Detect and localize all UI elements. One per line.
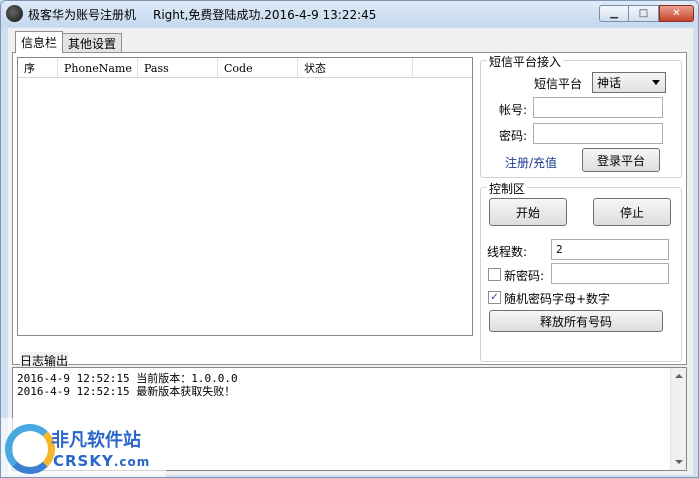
log-scrollbar[interactable] (670, 368, 686, 470)
scroll-up-icon[interactable] (675, 374, 683, 378)
column-header-code[interactable]: Code (218, 58, 298, 78)
column-header-phonename[interactable]: PhoneName (58, 58, 138, 78)
watermark-name: 非凡软件站 (51, 430, 141, 451)
login-platform-button[interactable]: 登录平台 (582, 148, 660, 172)
sms-platform-group-title: 短信平台接入 (487, 53, 564, 70)
title-status: Right,免费登陆成功.2016-4-9 13:22:45 (153, 8, 377, 22)
app-icon (6, 5, 23, 22)
title-bar[interactable]: 极客华为账号注册机 Right,免费登陆成功.2016-4-9 13:22:45… (1, 1, 698, 27)
list-header: 序 PhoneName Pass Code 状态 (18, 58, 472, 78)
control-group-title: 控制区 (487, 180, 528, 197)
close-button[interactable]: ✕ (659, 5, 694, 22)
close-icon: ✕ (672, 8, 681, 19)
maximize-icon: □ (638, 8, 649, 19)
minimize-icon: ▁ (610, 8, 618, 19)
threads-input[interactable]: 2 (551, 239, 669, 260)
column-header-filler (413, 58, 472, 78)
account-label: 帐号: (499, 103, 528, 117)
minimize-button[interactable]: ▁ (599, 5, 629, 22)
stop-button[interactable]: 停止 (593, 198, 671, 226)
new-password-label: 新密码: (504, 269, 545, 283)
release-all-numbers-button[interactable]: 释放所有号码 (489, 310, 663, 332)
password-input[interactable] (533, 123, 663, 144)
register-recharge-link[interactable]: 注册/充值 (505, 154, 557, 171)
watermark: 非凡软件站 CRSKY.com (1, 418, 166, 477)
watermark-site-name: CRSKY (53, 452, 114, 470)
column-header-pass[interactable]: Pass (138, 58, 218, 78)
log-line: 2016-4-9 12:52:15 最新版本获取失败！ (17, 385, 236, 398)
tab-bar: 信息栏 其他设置 (15, 31, 123, 53)
tab-info[interactable]: 信息栏 (15, 31, 64, 53)
checkmark-icon: ✓ (490, 291, 499, 303)
new-password-input[interactable] (551, 263, 669, 284)
control-group: 控制区 开始 停止 线程数: 2 新密码: ✓ 随机密码字母+数字 释放所有号码 (480, 180, 682, 362)
threads-label: 线程数: (487, 245, 528, 259)
platform-select[interactable]: 神话 (592, 72, 666, 93)
scroll-down-icon[interactable] (675, 460, 683, 464)
account-list[interactable]: 序 PhoneName Pass Code 状态 (17, 57, 473, 336)
client-area: 信息栏 其他设置 序 PhoneName Pass Code 状态 短信平台接入… (8, 28, 693, 475)
random-password-label: 随机密码字母+数字 (504, 292, 611, 306)
platform-label: 短信平台 (534, 77, 583, 91)
window-title: 极客华为账号注册机 (28, 8, 137, 22)
watermark-site: CRSKY.com (53, 452, 150, 470)
watermark-logo-icon (5, 424, 55, 474)
tab-other-settings[interactable]: 其他设置 (62, 33, 123, 53)
platform-select-value: 神话 (597, 76, 622, 90)
tab-panel-info: 序 PhoneName Pass Code 状态 短信平台接入 短信平台 神话 … (12, 52, 687, 365)
random-password-checkbox[interactable]: ✓ (488, 291, 501, 304)
app-window: 极客华为账号注册机 Right,免费登陆成功.2016-4-9 13:22:45… (0, 0, 699, 478)
column-header-status[interactable]: 状态 (298, 58, 413, 78)
new-password-checkbox[interactable] (488, 268, 501, 281)
password-label: 密码: (499, 129, 528, 143)
column-header-index[interactable]: 序 (18, 58, 58, 78)
chevron-down-icon (652, 80, 660, 85)
sms-platform-group: 短信平台接入 短信平台 神话 帐号: 密码: 注册/充值 登录平台 (480, 53, 682, 178)
maximize-button[interactable]: □ (629, 5, 659, 22)
watermark-site-suffix: .com (113, 455, 151, 469)
start-button[interactable]: 开始 (489, 198, 567, 226)
account-input[interactable] (533, 97, 663, 118)
